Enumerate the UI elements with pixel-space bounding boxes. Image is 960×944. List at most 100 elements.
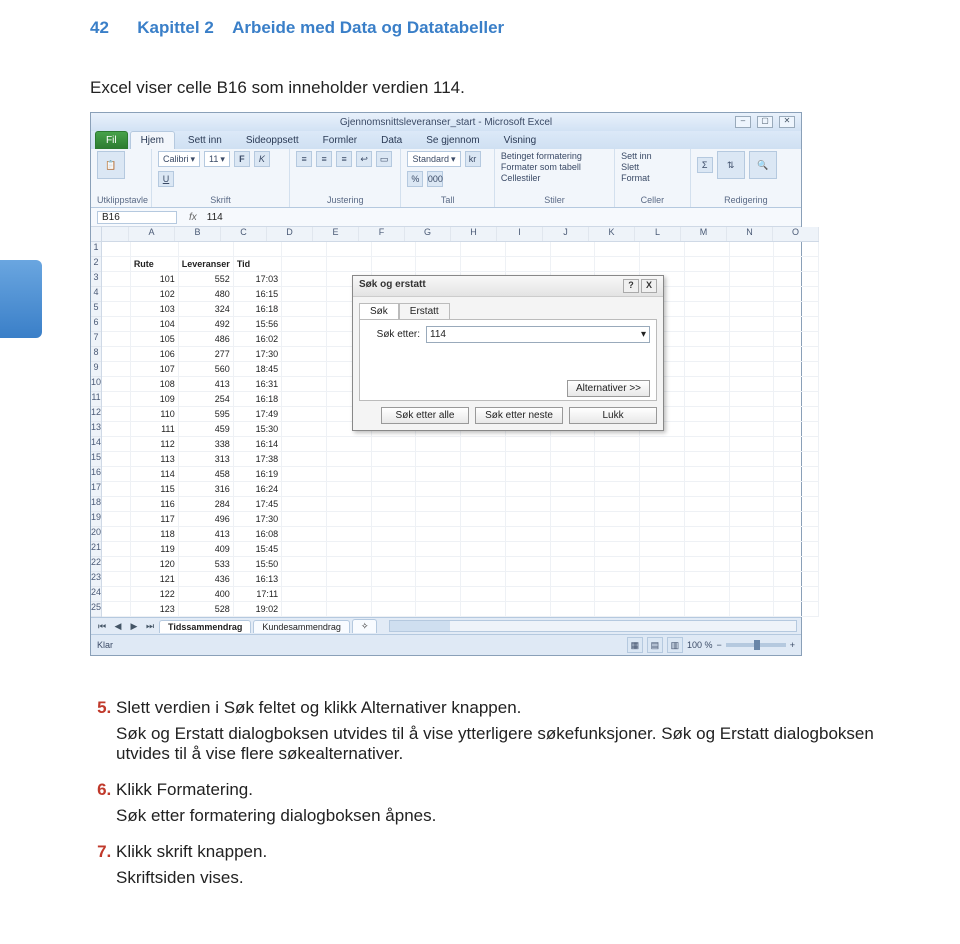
cell[interactable] (371, 587, 416, 602)
cell[interactable]: 338 (178, 437, 233, 452)
cell[interactable] (505, 497, 550, 512)
cell[interactable] (729, 347, 774, 362)
cell[interactable] (729, 557, 774, 572)
find-select-icon[interactable]: 🔍 (749, 151, 777, 179)
cell[interactable] (729, 242, 774, 257)
cell[interactable]: 16:13 (233, 572, 281, 587)
cell[interactable] (640, 467, 685, 482)
cell[interactable]: 409 (178, 542, 233, 557)
cell[interactable] (505, 512, 550, 527)
cell[interactable] (550, 512, 595, 527)
cell[interactable] (729, 362, 774, 377)
cell[interactable]: 121 (130, 572, 178, 587)
cell[interactable] (684, 332, 729, 347)
cell[interactable] (774, 407, 819, 422)
column-header[interactable]: B (175, 227, 221, 241)
cell[interactable] (461, 587, 506, 602)
cell[interactable]: 17:38 (233, 452, 281, 467)
cell[interactable]: 112 (130, 437, 178, 452)
cell[interactable] (102, 467, 130, 482)
cell[interactable]: 496 (178, 512, 233, 527)
cell[interactable] (102, 512, 130, 527)
cell[interactable] (505, 242, 550, 257)
cell[interactable] (505, 467, 550, 482)
cell[interactable] (461, 602, 506, 617)
cell[interactable] (684, 407, 729, 422)
cell[interactable] (282, 572, 327, 587)
cell[interactable] (729, 602, 774, 617)
dialog-close-button[interactable]: X (641, 279, 657, 293)
insert-cells-button[interactable]: Sett inn (621, 151, 652, 161)
cell[interactable] (371, 557, 416, 572)
cell[interactable] (550, 482, 595, 497)
cell[interactable] (102, 497, 130, 512)
cell[interactable]: 15:56 (233, 317, 281, 332)
tab-file[interactable]: Fil (95, 131, 128, 149)
cell[interactable] (729, 272, 774, 287)
sort-filter-icon[interactable]: ⇅ (717, 151, 745, 179)
cell[interactable] (282, 542, 327, 557)
column-header[interactable]: F (359, 227, 405, 241)
currency-icon[interactable]: kr (465, 151, 481, 167)
cell[interactable] (416, 467, 461, 482)
cell[interactable]: 480 (178, 287, 233, 302)
cell[interactable] (282, 317, 327, 332)
cell[interactable] (684, 362, 729, 377)
align-center-icon[interactable]: ≡ (316, 151, 332, 167)
tab-layout[interactable]: Sideoppsett (235, 131, 310, 149)
cell[interactable] (729, 302, 774, 317)
cell[interactable] (729, 512, 774, 527)
cell[interactable] (684, 572, 729, 587)
cell[interactable]: 254 (178, 392, 233, 407)
column-header[interactable]: D (267, 227, 313, 241)
cell[interactable] (282, 257, 327, 272)
view-break-icon[interactable]: ▥ (667, 637, 683, 653)
cell[interactable] (326, 257, 371, 272)
row-header[interactable]: 4 (91, 287, 101, 302)
cell[interactable] (595, 512, 640, 527)
find-all-button[interactable]: Søk etter alle (381, 407, 469, 424)
cell[interactable] (550, 527, 595, 542)
cell[interactable] (102, 602, 130, 617)
row-header[interactable]: 9 (91, 362, 101, 377)
cell[interactable] (729, 377, 774, 392)
cell[interactable] (640, 437, 685, 452)
cell[interactable] (416, 512, 461, 527)
merge-icon[interactable]: ▭ (376, 151, 392, 167)
cell[interactable]: 458 (178, 467, 233, 482)
wrap-icon[interactable]: ↩ (356, 151, 372, 167)
cell[interactable] (461, 482, 506, 497)
cell[interactable]: 284 (178, 497, 233, 512)
cell[interactable] (595, 497, 640, 512)
cell[interactable] (505, 257, 550, 272)
cell[interactable]: 459 (178, 422, 233, 437)
cell-styles-button[interactable]: Cellestiler (501, 173, 541, 183)
cell[interactable] (595, 242, 640, 257)
cell[interactable] (774, 467, 819, 482)
cell[interactable] (684, 287, 729, 302)
cell[interactable] (461, 437, 506, 452)
cell[interactable]: 115 (130, 482, 178, 497)
cell[interactable]: 313 (178, 452, 233, 467)
cell[interactable] (640, 587, 685, 602)
fx-icon[interactable]: fx (189, 212, 197, 223)
tab-view[interactable]: Visning (493, 131, 548, 149)
cell[interactable] (774, 572, 819, 587)
cell[interactable]: 15:30 (233, 422, 281, 437)
cell[interactable] (774, 377, 819, 392)
cell[interactable]: Tid (233, 257, 281, 272)
cell[interactable] (505, 437, 550, 452)
cell[interactable] (102, 257, 130, 272)
cell[interactable]: 15:45 (233, 542, 281, 557)
cell[interactable] (102, 242, 130, 257)
cell[interactable] (684, 452, 729, 467)
cell[interactable] (640, 257, 685, 272)
cell[interactable]: 103 (130, 302, 178, 317)
cell[interactable] (326, 587, 371, 602)
column-header[interactable]: H (451, 227, 497, 241)
close-dialog-button[interactable]: Lukk (569, 407, 657, 424)
cell[interactable]: 110 (130, 407, 178, 422)
cell[interactable] (461, 452, 506, 467)
cell[interactable] (282, 467, 327, 482)
cell[interactable] (774, 452, 819, 467)
